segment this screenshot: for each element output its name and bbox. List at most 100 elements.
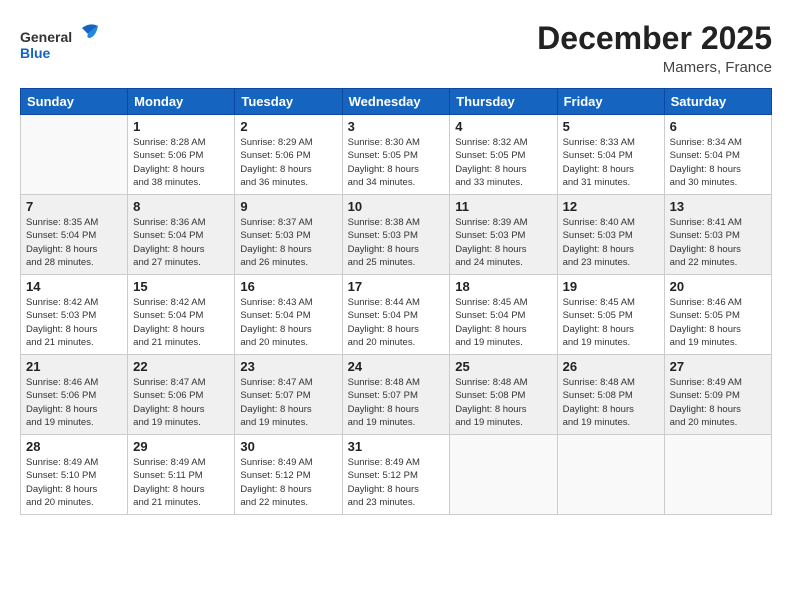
day-number: 6	[670, 119, 766, 134]
logo: General Blue	[20, 20, 110, 64]
day-info: Sunrise: 8:49 AM Sunset: 5:12 PM Dayligh…	[240, 456, 336, 509]
day-info: Sunrise: 8:29 AM Sunset: 5:06 PM Dayligh…	[240, 136, 336, 189]
day-info: Sunrise: 8:35 AM Sunset: 5:04 PM Dayligh…	[26, 216, 122, 269]
calendar-day-cell: 27 Sunrise: 8:49 AM Sunset: 5:09 PM Dayli…	[664, 355, 771, 435]
day-info: Sunrise: 8:45 AM Sunset: 5:04 PM Dayligh…	[455, 296, 551, 349]
day-info: Sunrise: 8:48 AM Sunset: 5:07 PM Dayligh…	[348, 376, 445, 429]
day-info: Sunrise: 8:48 AM Sunset: 5:08 PM Dayligh…	[455, 376, 551, 429]
day-info: Sunrise: 8:48 AM Sunset: 5:08 PM Dayligh…	[563, 376, 659, 429]
weekday-header: Sunday	[21, 89, 128, 115]
day-info: Sunrise: 8:36 AM Sunset: 5:04 PM Dayligh…	[133, 216, 229, 269]
weekday-header: Monday	[128, 89, 235, 115]
day-info: Sunrise: 8:40 AM Sunset: 5:03 PM Dayligh…	[563, 216, 659, 269]
day-number: 1	[133, 119, 229, 134]
day-number: 27	[670, 359, 766, 374]
day-info: Sunrise: 8:39 AM Sunset: 5:03 PM Dayligh…	[455, 216, 551, 269]
calendar-week-row: 21 Sunrise: 8:46 AM Sunset: 5:06 PM Dayli…	[21, 355, 772, 435]
calendar-day-cell: 10 Sunrise: 8:38 AM Sunset: 5:03 PM Dayli…	[342, 195, 450, 275]
calendar-header-row: SundayMondayTuesdayWednesdayThursdayFrid…	[21, 89, 772, 115]
header: General Blue December 2025 Mamers, Franc…	[20, 20, 772, 76]
calendar-week-row: 14 Sunrise: 8:42 AM Sunset: 5:03 PM Dayli…	[21, 275, 772, 355]
calendar-day-cell: 31 Sunrise: 8:49 AM Sunset: 5:12 PM Dayli…	[342, 435, 450, 515]
location: Mamers, France	[537, 59, 772, 76]
day-info: Sunrise: 8:30 AM Sunset: 5:05 PM Dayligh…	[348, 136, 445, 189]
calendar-day-cell: 9 Sunrise: 8:37 AM Sunset: 5:03 PM Daylig…	[235, 195, 342, 275]
calendar-day-cell	[21, 115, 128, 195]
weekday-header: Friday	[557, 89, 664, 115]
day-number: 8	[133, 199, 229, 214]
calendar-day-cell: 17 Sunrise: 8:44 AM Sunset: 5:04 PM Dayli…	[342, 275, 450, 355]
day-info: Sunrise: 8:42 AM Sunset: 5:03 PM Dayligh…	[26, 296, 122, 349]
calendar-week-row: 28 Sunrise: 8:49 AM Sunset: 5:10 PM Dayli…	[21, 435, 772, 515]
day-info: Sunrise: 8:44 AM Sunset: 5:04 PM Dayligh…	[348, 296, 445, 349]
calendar-day-cell: 22Sunrise: 8:47 AM Sunset: 5:06 PM Dayli…	[128, 355, 235, 435]
day-number: 11	[455, 199, 551, 214]
calendar-day-cell	[664, 435, 771, 515]
day-info: Sunrise: 8:45 AM Sunset: 5:05 PM Dayligh…	[563, 296, 659, 349]
calendar-day-cell: 13Sunrise: 8:41 AM Sunset: 5:03 PM Dayli…	[664, 195, 771, 275]
day-number: 18	[455, 279, 551, 294]
calendar-day-cell: 8 Sunrise: 8:36 AM Sunset: 5:04 PM Daylig…	[128, 195, 235, 275]
day-number: 31	[348, 439, 445, 454]
day-info: Sunrise: 8:37 AM Sunset: 5:03 PM Dayligh…	[240, 216, 336, 269]
day-number: 5	[563, 119, 659, 134]
calendar-day-cell: 3 Sunrise: 8:30 AM Sunset: 5:05 PM Daylig…	[342, 115, 450, 195]
day-info: Sunrise: 8:47 AM Sunset: 5:06 PM Dayligh…	[133, 376, 229, 429]
weekday-header: Wednesday	[342, 89, 450, 115]
calendar-week-row: 1 Sunrise: 8:28 AM Sunset: 5:06 PM Daylig…	[21, 115, 772, 195]
day-number: 23	[240, 359, 336, 374]
day-info: Sunrise: 8:49 AM Sunset: 5:12 PM Dayligh…	[348, 456, 445, 509]
day-info: Sunrise: 8:49 AM Sunset: 5:11 PM Dayligh…	[133, 456, 229, 509]
day-info: Sunrise: 8:32 AM Sunset: 5:05 PM Dayligh…	[455, 136, 551, 189]
weekday-header: Tuesday	[235, 89, 342, 115]
calendar-day-cell: 15Sunrise: 8:42 AM Sunset: 5:04 PM Dayli…	[128, 275, 235, 355]
day-number: 4	[455, 119, 551, 134]
calendar-day-cell: 4 Sunrise: 8:32 AM Sunset: 5:05 PM Daylig…	[450, 115, 557, 195]
calendar-week-row: 7 Sunrise: 8:35 AM Sunset: 5:04 PM Daylig…	[21, 195, 772, 275]
calendar-day-cell: 11 Sunrise: 8:39 AM Sunset: 5:03 PM Dayli…	[450, 195, 557, 275]
day-number: 13	[670, 199, 766, 214]
day-number: 2	[240, 119, 336, 134]
day-number: 7	[26, 199, 122, 214]
weekday-header: Saturday	[664, 89, 771, 115]
svg-text:Blue: Blue	[20, 45, 51, 61]
calendar-table: SundayMondayTuesdayWednesdayThursdayFrid…	[20, 88, 772, 515]
day-info: Sunrise: 8:43 AM Sunset: 5:04 PM Dayligh…	[240, 296, 336, 349]
calendar-day-cell	[450, 435, 557, 515]
day-number: 29	[133, 439, 229, 454]
day-number: 16	[240, 279, 336, 294]
calendar-day-cell: 24 Sunrise: 8:48 AM Sunset: 5:07 PM Dayli…	[342, 355, 450, 435]
calendar-day-cell: 6Sunrise: 8:34 AM Sunset: 5:04 PM Daylig…	[664, 115, 771, 195]
weekday-header: Thursday	[450, 89, 557, 115]
day-number: 14	[26, 279, 122, 294]
calendar-day-cell: 7 Sunrise: 8:35 AM Sunset: 5:04 PM Daylig…	[21, 195, 128, 275]
calendar-day-cell: 28 Sunrise: 8:49 AM Sunset: 5:10 PM Dayli…	[21, 435, 128, 515]
calendar-day-cell: 26Sunrise: 8:48 AM Sunset: 5:08 PM Dayli…	[557, 355, 664, 435]
day-number: 28	[26, 439, 122, 454]
calendar-day-cell: 14 Sunrise: 8:42 AM Sunset: 5:03 PM Dayli…	[21, 275, 128, 355]
day-number: 12	[563, 199, 659, 214]
day-number: 30	[240, 439, 336, 454]
day-number: 9	[240, 199, 336, 214]
day-number: 24	[348, 359, 445, 374]
calendar-day-cell: 29 Sunrise: 8:49 AM Sunset: 5:11 PM Dayli…	[128, 435, 235, 515]
calendar-day-cell: 19Sunrise: 8:45 AM Sunset: 5:05 PM Dayli…	[557, 275, 664, 355]
month-title: December 2025	[537, 20, 772, 57]
day-info: Sunrise: 8:38 AM Sunset: 5:03 PM Dayligh…	[348, 216, 445, 269]
page: General Blue December 2025 Mamers, Franc…	[0, 0, 792, 612]
day-info: Sunrise: 8:49 AM Sunset: 5:10 PM Dayligh…	[26, 456, 122, 509]
day-info: Sunrise: 8:46 AM Sunset: 5:06 PM Dayligh…	[26, 376, 122, 429]
calendar-day-cell: 25Sunrise: 8:48 AM Sunset: 5:08 PM Dayli…	[450, 355, 557, 435]
day-info: Sunrise: 8:33 AM Sunset: 5:04 PM Dayligh…	[563, 136, 659, 189]
calendar-day-cell: 21 Sunrise: 8:46 AM Sunset: 5:06 PM Dayli…	[21, 355, 128, 435]
calendar-day-cell: 2 Sunrise: 8:29 AM Sunset: 5:06 PM Daylig…	[235, 115, 342, 195]
day-info: Sunrise: 8:49 AM Sunset: 5:09 PM Dayligh…	[670, 376, 766, 429]
day-number: 10	[348, 199, 445, 214]
day-info: Sunrise: 8:28 AM Sunset: 5:06 PM Dayligh…	[133, 136, 229, 189]
calendar-day-cell	[557, 435, 664, 515]
day-number: 17	[348, 279, 445, 294]
calendar-day-cell: 1 Sunrise: 8:28 AM Sunset: 5:06 PM Daylig…	[128, 115, 235, 195]
day-number: 15	[133, 279, 229, 294]
day-number: 3	[348, 119, 445, 134]
day-number: 21	[26, 359, 122, 374]
